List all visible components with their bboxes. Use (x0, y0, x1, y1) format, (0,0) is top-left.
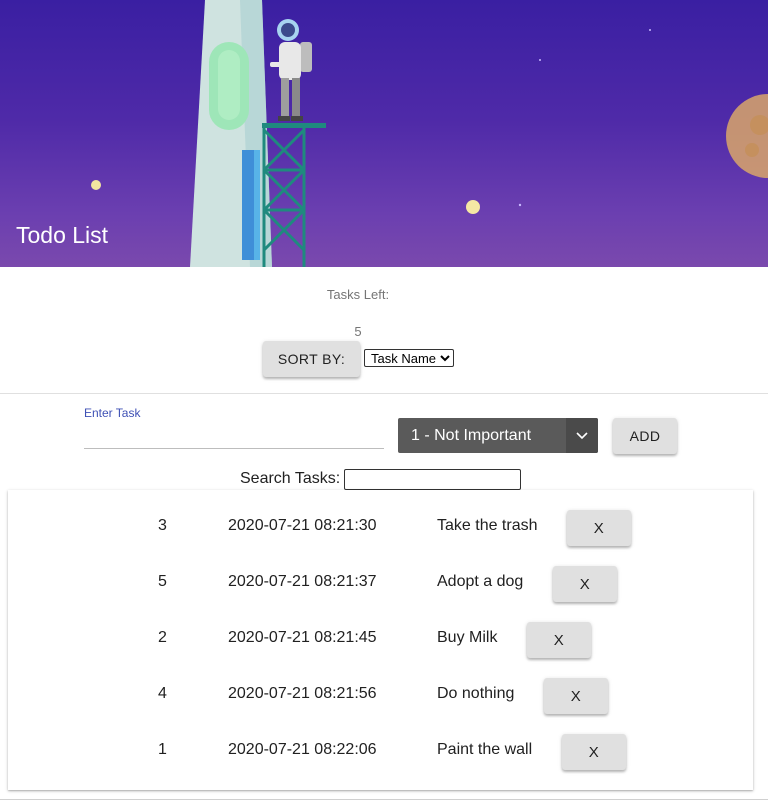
section-divider (0, 393, 768, 394)
enter-task-input[interactable] (84, 422, 384, 449)
task-date: 2020-07-21 08:21:37 (228, 573, 377, 590)
task-row: 2 2020-07-21 08:21:45 Buy Milk X (8, 602, 753, 658)
task-row: 3 2020-07-21 08:21:30 Take the trash X (8, 490, 753, 546)
add-task-button[interactable]: ADD (613, 418, 677, 454)
importance-selected-value: 1 - Not Important (411, 426, 532, 444)
task-list: 3 2020-07-21 08:21:30 Take the trash X 5… (8, 490, 753, 790)
importance-select[interactable]: 1 - Not Important (398, 418, 598, 453)
task-name: Paint the wall (437, 741, 533, 758)
delete-task-button[interactable]: X (527, 622, 591, 658)
delete-task-button[interactable]: X (567, 510, 631, 546)
task-date: 2020-07-21 08:21:30 (228, 517, 377, 534)
task-name: Buy Milk (437, 629, 498, 646)
task-importance: 4 (158, 685, 167, 702)
page-bottom-border (0, 799, 768, 800)
task-name: Do nothing (437, 685, 515, 702)
task-name: Take the trash (437, 517, 538, 534)
page-title: Todo List (16, 222, 109, 248)
task-row: 5 2020-07-21 08:21:37 Adopt a dog X (8, 546, 753, 602)
task-date: 2020-07-21 08:21:45 (228, 629, 377, 646)
tasks-left-label: Tasks Left: (326, 287, 390, 302)
task-row: 4 2020-07-21 08:21:56 Do nothing X (8, 658, 753, 714)
task-importance: 5 (158, 573, 167, 590)
delete-task-button[interactable]: X (562, 734, 626, 770)
task-date: 2020-07-21 08:21:56 (228, 685, 377, 702)
task-importance: 3 (158, 517, 167, 534)
delete-task-button[interactable]: X (553, 566, 617, 602)
tasks-left-count: 5 (354, 324, 362, 339)
task-importance: 2 (158, 629, 167, 646)
task-row: 1 2020-07-21 08:22:06 Paint the wall X (8, 714, 753, 770)
sort-by-button[interactable]: SORT BY: (263, 341, 360, 377)
search-tasks-label: Search Tasks: (240, 470, 341, 487)
header-banner: Todo List (0, 0, 768, 267)
search-tasks-input[interactable] (344, 469, 521, 490)
task-importance: 1 (158, 741, 167, 758)
banner-illustration (91, 0, 768, 267)
sort-field-select[interactable]: Task Name (364, 349, 454, 367)
task-name: Adopt a dog (437, 573, 524, 590)
chevron-down-icon[interactable] (566, 418, 598, 453)
enter-task-label: Enter Task (84, 406, 141, 420)
delete-task-button[interactable]: X (544, 678, 608, 714)
task-date: 2020-07-21 08:22:06 (228, 741, 377, 758)
